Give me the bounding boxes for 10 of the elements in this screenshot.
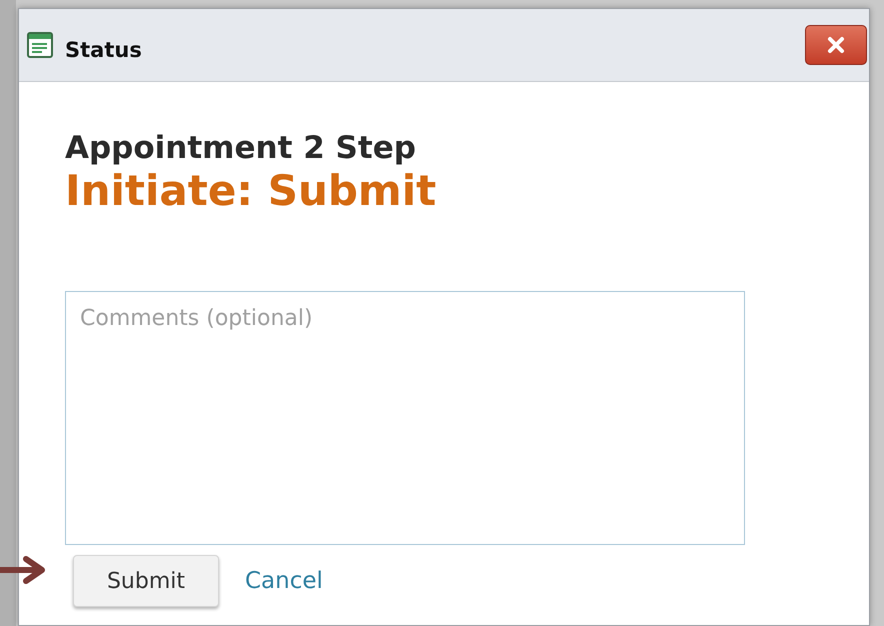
window-icon xyxy=(27,32,53,58)
action-heading: Initiate: Submit xyxy=(65,166,438,215)
submit-button[interactable]: Submit xyxy=(73,555,219,607)
step-heading: Appointment 2 Step xyxy=(65,130,417,166)
cancel-link[interactable]: Cancel xyxy=(245,568,323,594)
comments-field[interactable]: Comments (optional) xyxy=(65,291,745,545)
window-title: Status xyxy=(65,38,143,62)
arrow-icon xyxy=(0,555,46,585)
close-button[interactable] xyxy=(805,25,867,65)
close-icon xyxy=(826,36,846,54)
